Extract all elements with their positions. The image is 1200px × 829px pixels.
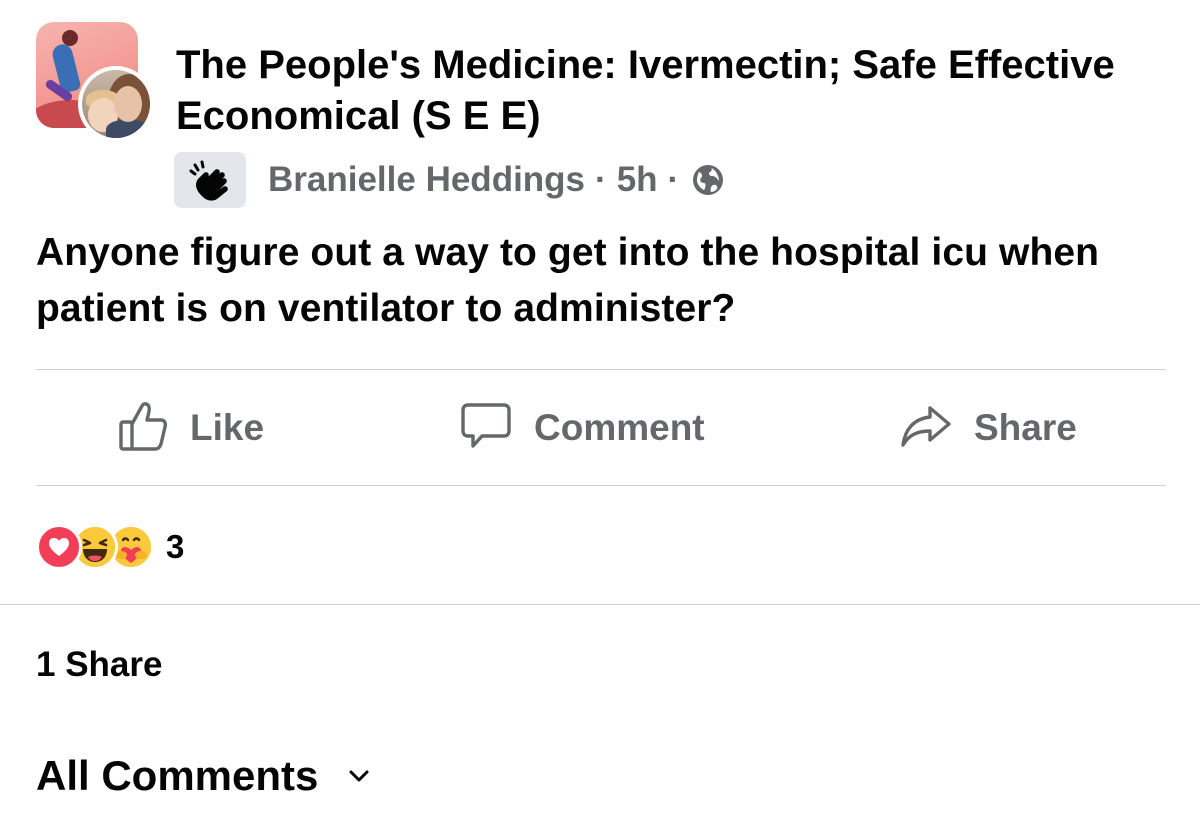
comment-label: Comment <box>534 407 705 448</box>
comment-sort-label: All Comments <box>36 752 319 799</box>
divider <box>0 604 1200 605</box>
share-count-link[interactable]: 1 Share <box>36 645 162 685</box>
share-label: Share <box>974 407 1077 448</box>
thumbs-up-icon <box>118 400 168 457</box>
post-time[interactable]: 5h <box>617 160 658 200</box>
divider <box>36 369 1166 370</box>
share-arrow-icon <box>900 404 952 453</box>
meta-separator: · <box>595 160 607 199</box>
group-name-link[interactable]: The People's Medicine: Ivermectin; Safe … <box>176 40 1136 142</box>
author-name-link[interactable]: Branielle Heddings <box>268 160 585 200</box>
reactions-summary[interactable]: 3 <box>36 522 184 572</box>
reaction-count: 3 <box>166 528 185 565</box>
globe-icon <box>691 163 725 197</box>
post-meta: Branielle Heddings · 5h · <box>174 152 725 208</box>
author-avatar[interactable] <box>78 66 154 142</box>
like-button[interactable]: Like <box>118 371 264 485</box>
share-button[interactable]: Share <box>900 371 1077 485</box>
meta-separator: · <box>667 160 680 199</box>
divider <box>36 485 1166 486</box>
love-reaction-icon <box>36 524 82 570</box>
post-actions-bar: Like Comment Share <box>36 371 1166 485</box>
comment-sort-dropdown[interactable]: All Comments <box>36 752 370 800</box>
post-body-text: Anyone figure out a way to get into the … <box>36 231 1100 330</box>
speech-bubble-icon <box>460 401 512 456</box>
like-label: Like <box>190 407 265 448</box>
waving-hand-icon[interactable] <box>174 152 246 208</box>
comment-button[interactable]: Comment <box>460 371 705 485</box>
chevron-down-icon <box>348 769 370 783</box>
post-header: The People's Medicine: Ivermectin; Safe … <box>36 22 1166 212</box>
